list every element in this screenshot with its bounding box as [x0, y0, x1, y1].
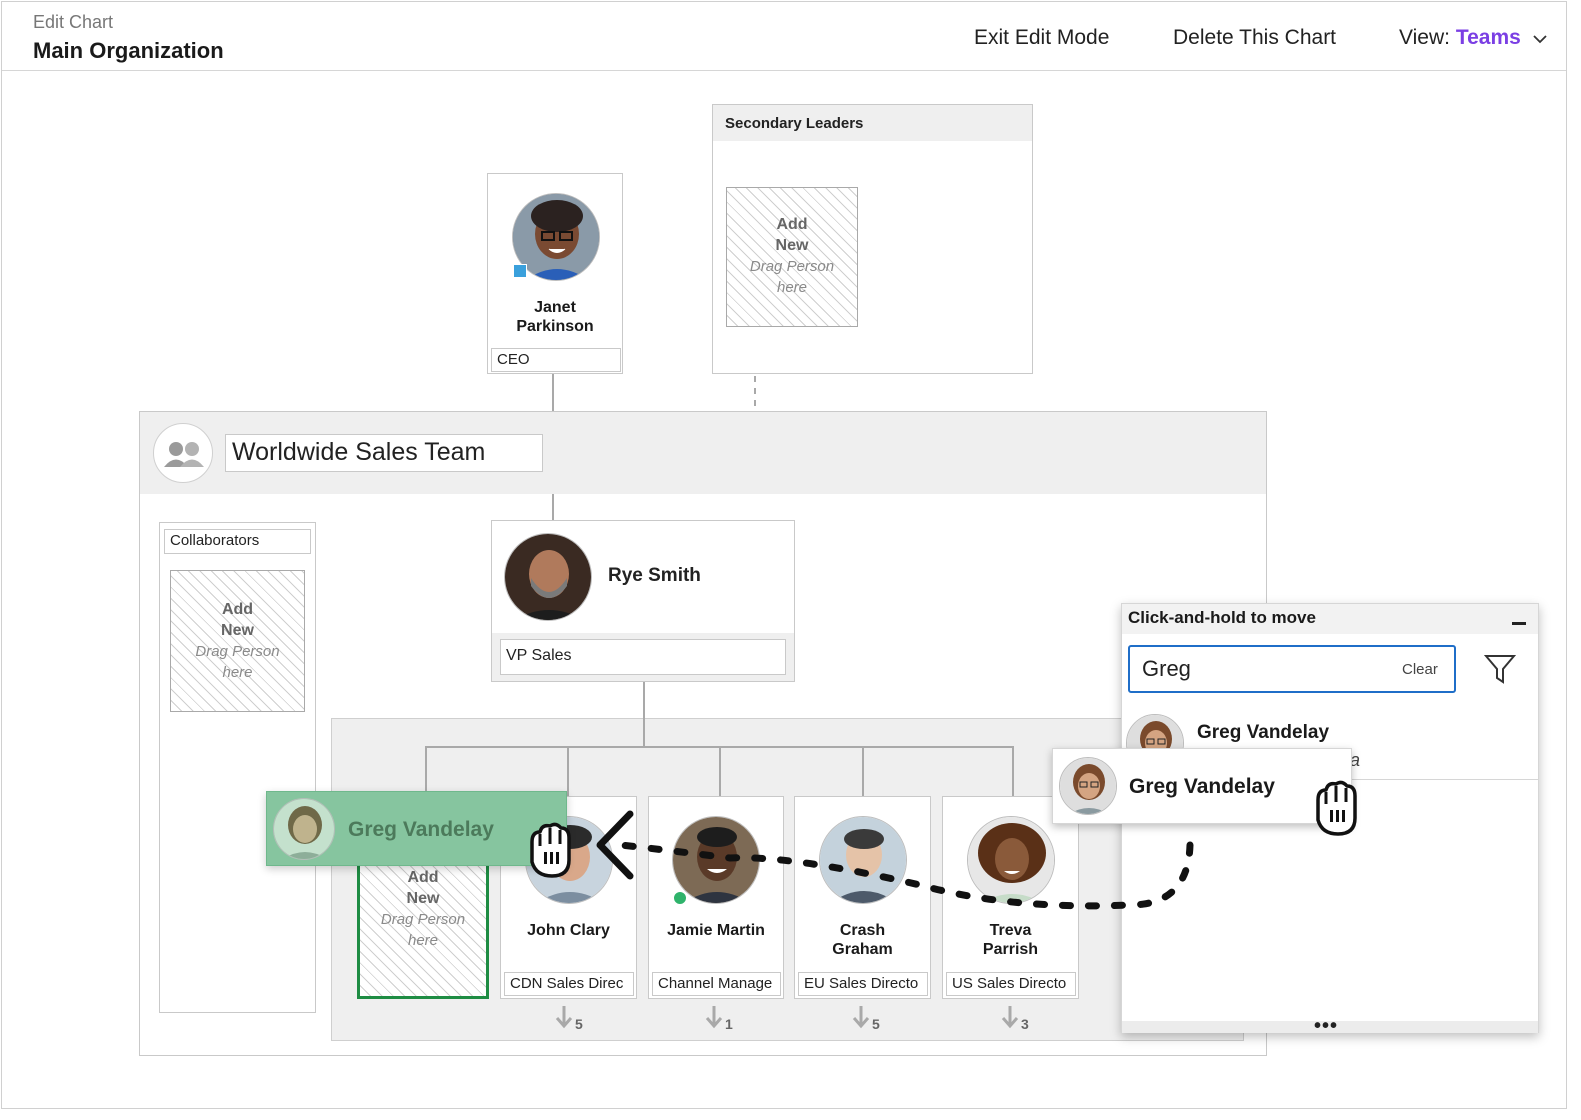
reports-arrow-icon [1001, 1006, 1019, 1029]
role-field[interactable]: CDN Sales Direc [504, 972, 634, 996]
ceo-card[interactable]: Janet Parkinson CEO [487, 173, 623, 374]
chevron-down-icon [1533, 26, 1547, 50]
grab-hand-icon [530, 822, 571, 878]
connector-line [719, 746, 721, 796]
more-icon[interactable]: ••• [1314, 1015, 1338, 1038]
vp-card[interactable]: Rye Smith VP Sales [491, 520, 795, 682]
connector-line [552, 494, 554, 520]
person-name: John Clary [527, 922, 610, 939]
page-title: Main Organization [33, 38, 224, 63]
person-name: Jamie Martin [667, 922, 765, 939]
grab-hand-icon [1316, 780, 1357, 836]
add-new-placeholder[interactable]: Add New Drag Person here [170, 570, 305, 712]
clear-search-button[interactable]: Clear [1402, 661, 1438, 678]
role-field[interactable]: VP Sales [500, 639, 786, 675]
filter-icon[interactable] [1484, 653, 1516, 685]
team-icon [153, 423, 213, 483]
connector-line [425, 746, 427, 796]
secondary-leaders-header: Secondary Leaders [713, 105, 1032, 141]
view-prefix: View: [1399, 26, 1450, 49]
header-bar: Edit Chart Main Organization Exit Edit M… [2, 2, 1566, 71]
person-name: Treva Parrish [982, 922, 1039, 958]
secondary-leaders-title: Secondary Leaders [725, 115, 864, 132]
reports-arrow-icon [852, 1006, 870, 1029]
reports-arrow-icon [705, 1006, 723, 1029]
reports-arrow-icon [555, 1006, 573, 1029]
delete-chart-button[interactable]: Delete This Chart [1173, 26, 1336, 50]
collaborators-box: Collaborators Add New Drag Person here [159, 522, 316, 1013]
page-subtitle: Edit Chart [33, 12, 114, 32]
person-name: Crash Graham [832, 922, 893, 958]
search-input[interactable] [1140, 655, 1370, 683]
add-new-placeholder[interactable]: Add New Drag Person here [726, 187, 858, 327]
role-field[interactable]: US Sales Directo [946, 972, 1076, 996]
exit-edit-mode-button[interactable]: Exit Edit Mode [974, 26, 1109, 50]
person-name: Rye Smith [608, 565, 701, 586]
role-field[interactable]: EU Sales Directo [798, 972, 928, 996]
person-name: Janet Parkinson [516, 299, 594, 335]
status-indicator [513, 264, 527, 278]
connector-line [567, 746, 569, 796]
search-field[interactable]: Clear [1128, 645, 1456, 693]
drag-path [596, 810, 1194, 910]
role-field[interactable]: Channel Manage [652, 972, 781, 996]
connector-line [1012, 746, 1014, 796]
panel-header[interactable]: Click-and-hold to move [1122, 604, 1538, 634]
team-name-input[interactable]: Worldwide Sales Team [225, 434, 543, 472]
avatar [504, 533, 592, 621]
secondary-leaders-box: Secondary Leaders Add New Drag Person he… [712, 104, 1033, 374]
avatar [273, 798, 335, 860]
result-name: Greg Vandelay [1197, 722, 1330, 743]
drag-ghost-name: Greg Vandelay [348, 818, 494, 841]
connector-line [862, 746, 864, 796]
team-header: Worldwide Sales Team [140, 412, 1266, 494]
view-selector[interactable]: View: Teams [1399, 26, 1547, 50]
view-value: Teams [1455, 26, 1521, 49]
collaborators-label[interactable]: Collaborators [164, 529, 311, 554]
panel-title: Click-and-hold to move [1128, 608, 1316, 627]
drag-source-name: Greg Vandelay [1129, 775, 1275, 798]
minimize-icon[interactable] [1512, 622, 1526, 625]
connector-line [643, 682, 645, 747]
role-field[interactable]: CEO [491, 348, 621, 372]
